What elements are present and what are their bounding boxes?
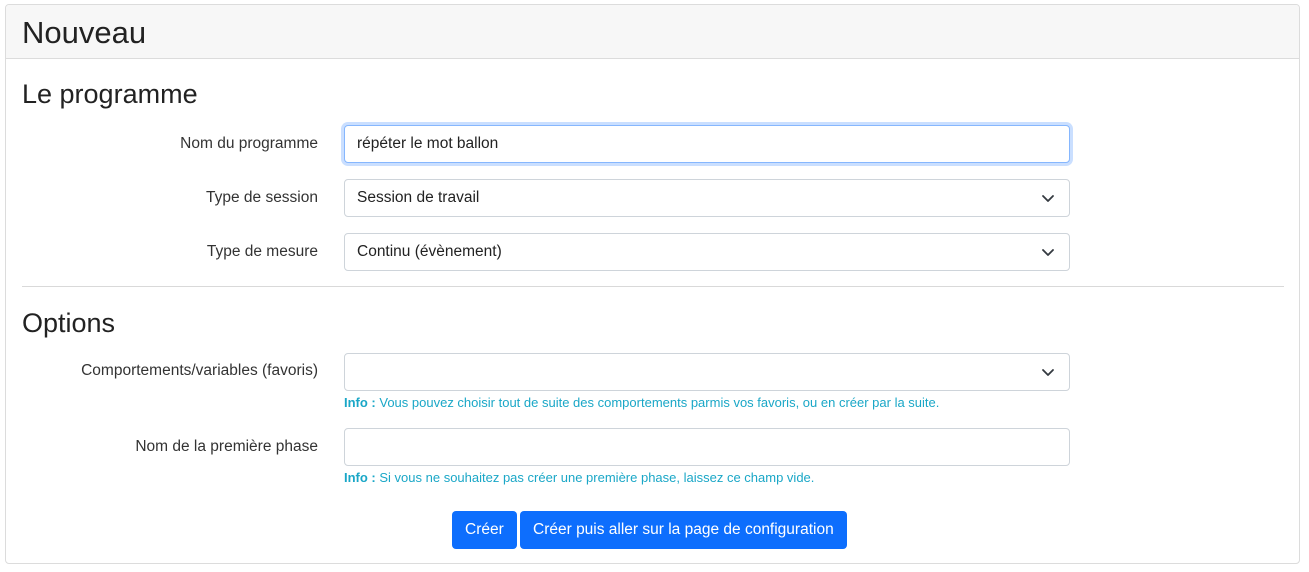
chevron-down-icon bbox=[1042, 369, 1054, 376]
section-title-program: Le programme bbox=[22, 79, 198, 109]
new-program-card: Nouveau Le programme Nom du programme Ty… bbox=[5, 4, 1300, 564]
behaviors-help-text: Vous pouvez choisir tout de suite des co… bbox=[375, 395, 940, 410]
first-phase-help: Info : Si vous ne souhaitez pas créer un… bbox=[344, 470, 814, 485]
behaviors-select[interactable] bbox=[344, 353, 1070, 391]
page-title: Nouveau bbox=[22, 15, 147, 50]
program-name-label: Nom du programme bbox=[180, 135, 318, 152]
create-and-configure-button[interactable]: Créer puis aller sur la page de configur… bbox=[520, 511, 847, 549]
behaviors-help-prefix: Info : bbox=[344, 395, 376, 410]
first-phase-help-prefix: Info : bbox=[344, 470, 376, 485]
card-header: Nouveau bbox=[6, 5, 1299, 59]
behaviors-label: Comportements/variables (favoris) bbox=[81, 362, 318, 379]
measure-type-value: Continu (évènement) bbox=[357, 243, 502, 260]
program-name-input[interactable] bbox=[344, 125, 1070, 163]
chevron-down-icon bbox=[1042, 195, 1054, 202]
section-divider bbox=[22, 286, 1284, 287]
session-type-select[interactable]: Session de travail bbox=[344, 179, 1070, 217]
first-phase-label: Nom de la première phase bbox=[135, 438, 318, 455]
session-type-label: Type de session bbox=[205, 189, 318, 206]
measure-type-select[interactable]: Continu (évènement) bbox=[344, 233, 1070, 271]
chevron-down-icon bbox=[1042, 249, 1054, 256]
first-phase-help-text: Si vous ne souhaitez pas créer une premi… bbox=[375, 470, 815, 485]
session-type-value: Session de travail bbox=[357, 189, 480, 206]
measure-type-label: Type de mesure bbox=[206, 243, 318, 260]
behaviors-help: Info : Vous pouvez choisir tout de suite… bbox=[344, 395, 939, 410]
create-button[interactable]: Créer bbox=[452, 511, 517, 549]
section-title-options: Options bbox=[22, 308, 116, 338]
first-phase-input[interactable] bbox=[344, 428, 1070, 466]
